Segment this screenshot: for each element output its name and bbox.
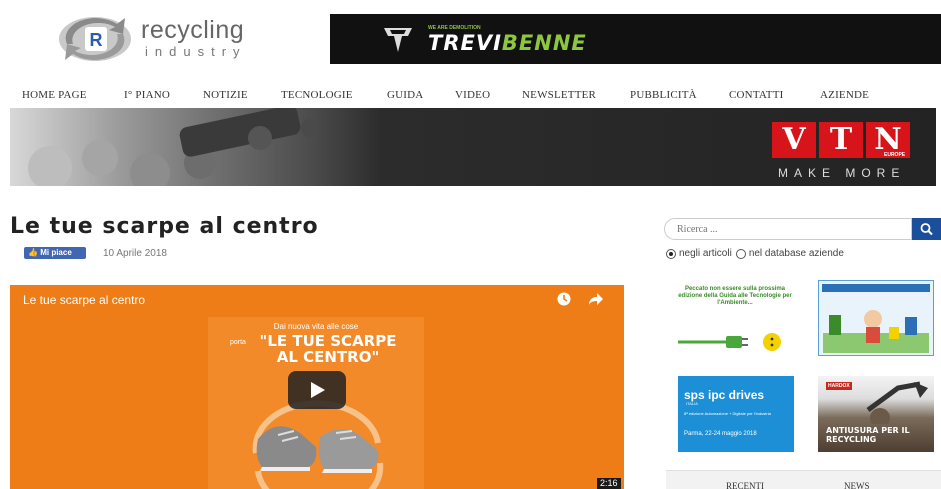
nav-item-video[interactable]: VIDEO xyxy=(455,89,490,101)
hardox-ad[interactable]: HARDOX ANTIUSURA PER IL RECYCLING xyxy=(818,376,934,452)
machinery-image xyxy=(28,108,319,186)
site-logo[interactable]: R recycling industry xyxy=(55,12,285,68)
nav-item-contatti[interactable]: CONTATTI xyxy=(729,89,784,101)
search-input[interactable] xyxy=(665,219,905,240)
sidebar-tabs: RECENTI NEWS xyxy=(666,470,941,489)
vtn-europe-label: EUROPE xyxy=(884,152,906,158)
poster-porta: porta xyxy=(230,339,246,346)
video-title[interactable]: Le tue scarpe al centro xyxy=(23,293,145,307)
banner-brand-b: BENNE xyxy=(501,31,587,55)
vtn-banner-ad[interactable]: V T N EUROPE MAKE MORE xyxy=(10,108,936,186)
cartoon-ad-header xyxy=(822,284,930,292)
nav-item-primo-piano[interactable]: I° PIANO xyxy=(124,89,170,101)
logo-subtitle: industry xyxy=(145,44,247,59)
vtn-letter-t: T xyxy=(819,122,863,158)
excavator-image xyxy=(866,381,928,424)
radio-articles-label[interactable]: negli articoli xyxy=(679,248,732,259)
guide-promo-text: Peccato non essere sulla prossima edizio… xyxy=(678,286,792,306)
search-scope: negli articoli nel database aziende xyxy=(666,248,848,259)
play-button[interactable] xyxy=(288,371,346,409)
guide-promo-ad[interactable]: Peccato non essere sulla prossima edizio… xyxy=(668,280,798,356)
nav-item-guida[interactable]: GUIDA xyxy=(387,89,423,101)
radio-articles[interactable] xyxy=(666,248,676,259)
recycling-logo-icon: R xyxy=(59,17,131,61)
hardox-logo: HARDOX xyxy=(826,382,852,390)
main-nav: HOME PAGE I° PIANO NOTIZIE TECNOLOGIE GU… xyxy=(0,86,941,106)
tab-news[interactable]: NEWS xyxy=(844,481,870,489)
nav-item-pubblicita[interactable]: PUBBLICITÀ xyxy=(630,89,697,101)
sps-ipc-drives-ad[interactable]: sps ipc drives ITALIA 8ª edizione Automa… xyxy=(678,376,794,452)
facebook-like-button[interactable]: 👍 Mi piace xyxy=(24,247,86,259)
video-thumbnail: Dai nuova vita alle cose porta "LE TUE S… xyxy=(208,317,424,489)
vtn-letter-v: V xyxy=(772,122,816,158)
video-duration: 2:16 xyxy=(597,478,621,489)
plug-icon xyxy=(678,333,781,351)
play-icon xyxy=(311,382,325,398)
thumbs-up-icon: 👍 xyxy=(28,248,38,257)
tab-recenti[interactable]: RECENTI xyxy=(726,481,764,489)
sps-date: Parma, 22-24 maggio 2018 xyxy=(684,431,757,437)
share-icon[interactable] xyxy=(588,292,604,306)
cartoon-image xyxy=(823,310,929,353)
article-title: Le tue scarpe al centro xyxy=(10,214,319,239)
search-icon xyxy=(920,223,933,236)
sps-description: 8ª edizione Automazione + Digitale per l… xyxy=(684,411,771,416)
radio-database-label[interactable]: nel database aziende xyxy=(749,248,844,259)
trevibenne-logo-icon xyxy=(384,28,412,52)
poster-tagline: Dai nuova vita alle cose xyxy=(273,322,359,331)
article-date: 10 Aprile 2018 xyxy=(103,248,167,259)
logo-name: recycling xyxy=(141,16,245,44)
banner-brand-a: TREVI xyxy=(428,31,502,55)
sps-subtitle: ITALIA xyxy=(686,401,698,406)
sps-title: sps ipc drives xyxy=(684,388,765,402)
hardox-text: ANTIUSURA PER IL RECYCLING xyxy=(826,426,910,444)
nav-item-tecnologie[interactable]: TECNOLOGIE xyxy=(281,89,353,101)
nav-item-home[interactable]: HOME PAGE xyxy=(22,89,87,101)
vtn-logo: V T N EUROPE MAKE MORE xyxy=(772,122,922,182)
search-box xyxy=(664,218,912,240)
radio-database[interactable] xyxy=(735,248,746,259)
banner-brand: TREVIBENNE xyxy=(428,31,587,55)
like-label: Mi piace xyxy=(40,248,72,257)
cartoon-ad[interactable] xyxy=(818,280,934,356)
nav-item-newsletter[interactable]: NEWSLETTER xyxy=(522,89,596,101)
nav-item-aziende[interactable]: AZIENDE xyxy=(820,89,869,101)
vtn-tagline: MAKE MORE xyxy=(778,166,906,180)
trevibenne-banner-ad[interactable]: WE ARE DEMOLITION TREVIBENNE xyxy=(330,14,941,64)
logo-letter: R xyxy=(90,30,103,50)
video-player[interactable]: Le tue scarpe al centro Dai nuova vita a… xyxy=(10,285,624,489)
search-button[interactable] xyxy=(912,218,941,240)
watch-later-icon[interactable] xyxy=(557,292,571,306)
nav-item-notizie[interactable]: NOTIZIE xyxy=(203,89,248,101)
poster-headline: "LE TUE SCARPE AL CENTRO" xyxy=(259,332,397,366)
